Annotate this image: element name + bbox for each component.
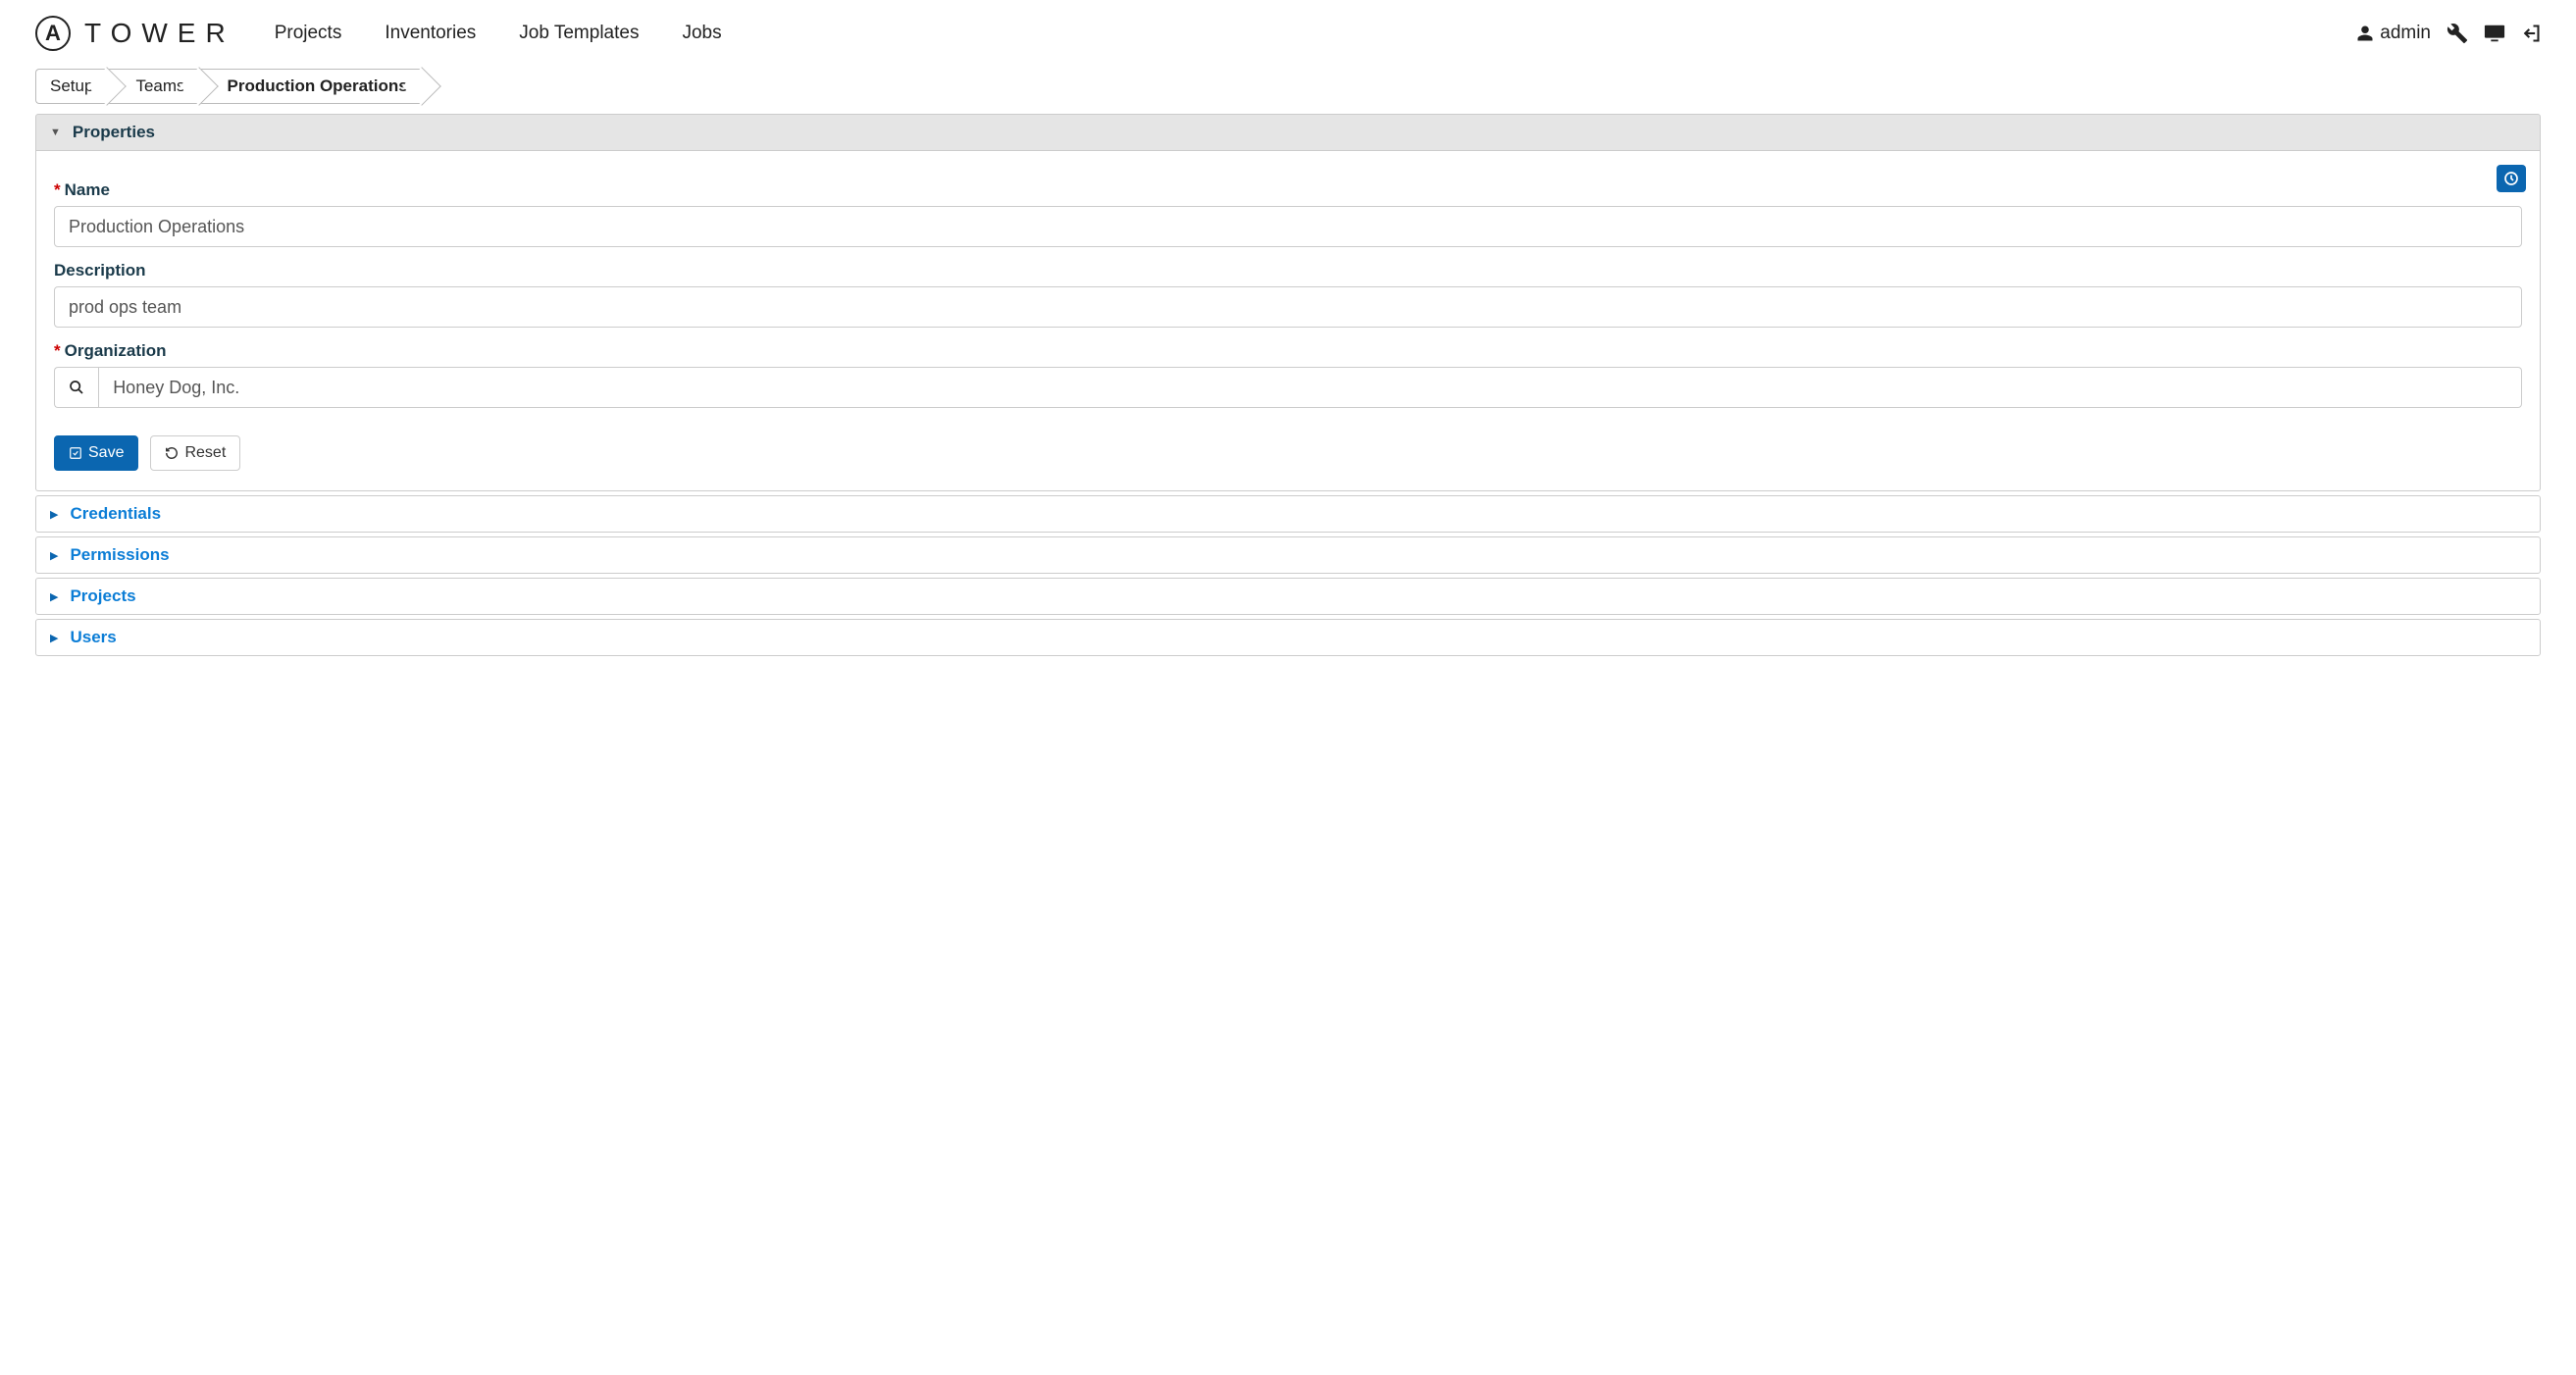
required-indicator: * bbox=[54, 180, 61, 200]
topbar: A TOWER Projects Inventories Job Templat… bbox=[0, 0, 2576, 69]
save-button[interactable]: Save bbox=[54, 435, 138, 471]
name-input[interactable] bbox=[54, 206, 2522, 247]
monitor-icon[interactable] bbox=[2484, 23, 2505, 44]
content: ▼ Properties * Name Description * Organi… bbox=[35, 114, 2541, 656]
main-nav: Projects Inventories Job Templates Jobs bbox=[275, 23, 722, 44]
username-text: admin bbox=[2380, 23, 2431, 44]
properties-body: * Name Description * Organization bbox=[35, 151, 2541, 491]
section-title: Permissions bbox=[70, 545, 169, 565]
organization-group: * Organization bbox=[54, 341, 2522, 408]
check-icon bbox=[69, 446, 82, 460]
description-input[interactable] bbox=[54, 286, 2522, 328]
section-title: Projects bbox=[70, 586, 135, 606]
caret-right-icon: ▶ bbox=[50, 590, 58, 603]
history-icon bbox=[2503, 171, 2519, 186]
nav-jobs[interactable]: Jobs bbox=[682, 23, 721, 44]
organization-label: * Organization bbox=[54, 341, 2522, 361]
logout-icon[interactable] bbox=[2521, 23, 2541, 44]
name-group: * Name bbox=[54, 180, 2522, 247]
breadcrumb-setup[interactable]: Setup bbox=[35, 69, 109, 104]
undo-icon bbox=[165, 446, 179, 460]
logo-icon: A bbox=[35, 16, 71, 51]
properties-title: Properties bbox=[73, 123, 155, 142]
search-icon bbox=[69, 380, 84, 395]
topbar-right: admin bbox=[2356, 23, 2541, 44]
section-credentials[interactable]: ▶ Credentials bbox=[35, 495, 2541, 533]
current-user[interactable]: admin bbox=[2356, 23, 2431, 44]
description-label: Description bbox=[54, 261, 2522, 280]
setup-icon[interactable] bbox=[2447, 23, 2468, 44]
description-group: Description bbox=[54, 261, 2522, 328]
caret-right-icon: ▶ bbox=[50, 549, 58, 562]
required-indicator: * bbox=[54, 341, 61, 361]
section-title: Users bbox=[70, 628, 116, 647]
organization-input[interactable] bbox=[98, 367, 2522, 408]
caret-right-icon: ▶ bbox=[50, 632, 58, 644]
section-title: Credentials bbox=[70, 504, 161, 524]
properties-header[interactable]: ▼ Properties bbox=[35, 114, 2541, 151]
section-users[interactable]: ▶ Users bbox=[35, 619, 2541, 656]
activity-stream-button[interactable] bbox=[2497, 165, 2526, 192]
nav-job-templates[interactable]: Job Templates bbox=[519, 23, 639, 44]
section-permissions[interactable]: ▶ Permissions bbox=[35, 536, 2541, 574]
user-icon bbox=[2356, 25, 2374, 42]
caret-down-icon: ▼ bbox=[50, 127, 61, 138]
reset-button[interactable]: Reset bbox=[150, 435, 240, 471]
brand-logo[interactable]: A TOWER bbox=[35, 16, 235, 51]
logo-text: TOWER bbox=[84, 18, 235, 49]
nav-inventories[interactable]: Inventories bbox=[385, 23, 476, 44]
nav-projects[interactable]: Projects bbox=[275, 23, 342, 44]
organization-lookup-button[interactable] bbox=[54, 367, 98, 408]
breadcrumb: Setup Teams Production Operations bbox=[35, 69, 2541, 104]
section-projects[interactable]: ▶ Projects bbox=[35, 578, 2541, 615]
breadcrumb-current[interactable]: Production Operations bbox=[201, 69, 424, 104]
caret-right-icon: ▶ bbox=[50, 508, 58, 521]
form-buttons: Save Reset bbox=[54, 435, 2522, 471]
name-label: * Name bbox=[54, 180, 2522, 200]
